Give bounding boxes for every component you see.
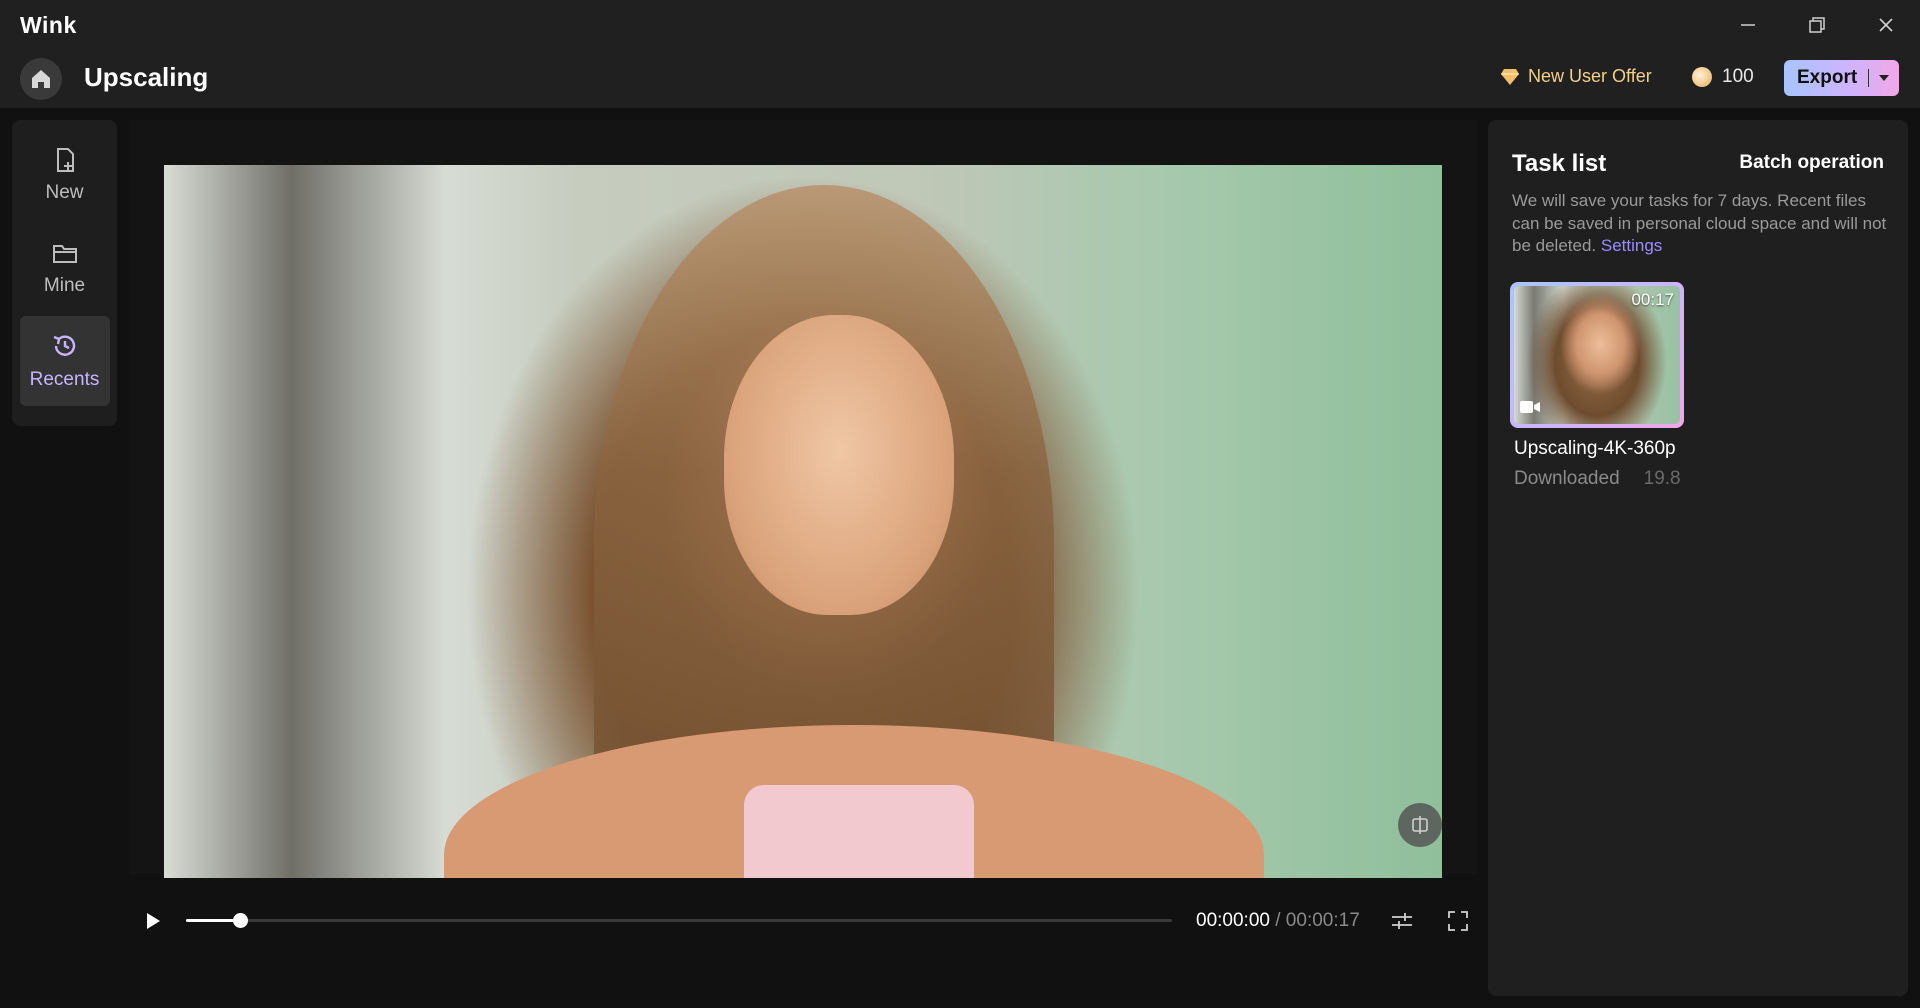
adjust-button[interactable]: [1387, 906, 1417, 936]
task-list-description: We will save your tasks for 7 days. Rece…: [1512, 190, 1892, 258]
close-icon: [1878, 18, 1893, 32]
task-list-description-text: We will save your tasks for 7 days. Rece…: [1512, 191, 1887, 255]
task-size: 19.8: [1643, 468, 1681, 489]
caret-down-icon: [1879, 75, 1889, 81]
title-bar: Wink Upscaling New User Offer 100 Export: [0, 0, 1920, 108]
home-icon: [32, 70, 50, 88]
video-subject-face: [724, 315, 954, 615]
play-button[interactable]: [136, 904, 170, 938]
export-dropdown-toggle[interactable]: [1869, 74, 1899, 82]
task-name: Upscaling-4K-360p: [1514, 438, 1676, 459]
compare-icon: [1412, 816, 1428, 834]
nav-item-label: Recents: [29, 369, 100, 390]
current-time: 00:00:00: [1196, 910, 1270, 931]
home-button[interactable]: [20, 58, 62, 100]
task-list-title: Task list: [1512, 150, 1607, 177]
settings-link[interactable]: Settings: [1601, 236, 1662, 255]
nav-item-mine[interactable]: Mine: [20, 223, 110, 313]
app-brand: Wink: [20, 12, 77, 38]
timecode: 00:00:00 / 00:00:17: [1196, 910, 1360, 932]
minimize-button[interactable]: [1713, 0, 1782, 50]
nav-item-label: New: [45, 182, 84, 203]
page-title: Upscaling: [84, 62, 209, 92]
fullscreen-button[interactable]: [1443, 906, 1473, 936]
left-nav: New Mine Recents: [12, 120, 117, 426]
nav-item-label: Mine: [43, 275, 86, 296]
play-icon: [147, 913, 160, 929]
recents-icon: [53, 335, 75, 356]
nav-item-recents[interactable]: Recents: [19, 316, 110, 406]
new-file-icon: [56, 148, 74, 172]
close-button[interactable]: [1851, 0, 1920, 50]
task-duration: 00:17: [1631, 290, 1674, 309]
task-list-panel: Task list Batch operation We will save y…: [1488, 120, 1908, 996]
folder-icon: [52, 245, 77, 263]
total-time: / 00:00:17: [1275, 910, 1360, 931]
nav-item-new[interactable]: New: [20, 130, 110, 220]
video-preview[interactable]: [164, 165, 1442, 878]
minimize-icon: [1740, 24, 1755, 26]
credits-value: 100: [1722, 66, 1754, 87]
progress-fill: [186, 919, 241, 922]
video-subject-top: [744, 785, 974, 878]
task-thumbnail: 00:17: [1514, 286, 1680, 424]
window-controls: [1713, 0, 1920, 50]
progress-track[interactable]: [186, 913, 1172, 928]
new-user-offer-button[interactable]: New User Offer: [1500, 66, 1652, 87]
credits-balance: 100: [1692, 66, 1754, 88]
export-label: Export: [1797, 67, 1858, 88]
fullscreen-icon: [1448, 911, 1468, 931]
video-camera-icon: [1520, 401, 1540, 413]
restore-icon: [1808, 17, 1825, 33]
task-card[interactable]: 00:17: [1510, 282, 1684, 428]
progress-thumb[interactable]: [233, 913, 249, 928]
diamond-icon: [1501, 68, 1519, 85]
export-button[interactable]: Export: [1784, 60, 1899, 96]
compare-button[interactable]: [1398, 803, 1442, 847]
sliders-icon: [1392, 913, 1412, 929]
new-user-offer-label: New User Offer: [1528, 66, 1652, 86]
restore-button[interactable]: [1782, 0, 1851, 50]
task-status-row: Downloaded 19.8: [1514, 468, 1681, 490]
task-status: Downloaded: [1514, 468, 1620, 489]
coin-icon: [1692, 67, 1712, 87]
batch-operation-button[interactable]: Batch operation: [1739, 152, 1884, 174]
playback-controls: 00:00:00 / 00:00:17: [130, 900, 1477, 942]
